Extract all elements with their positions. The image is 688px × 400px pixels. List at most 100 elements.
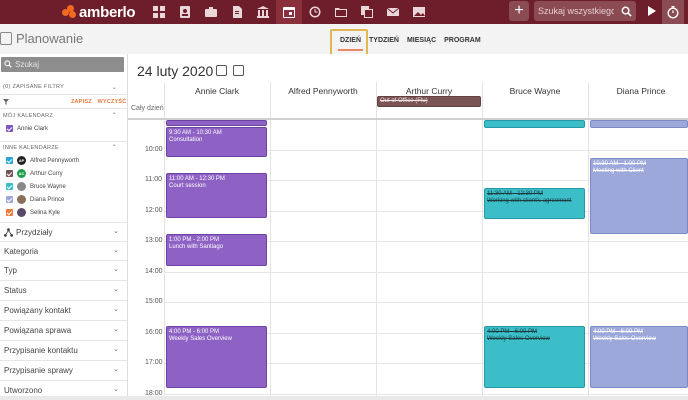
time-label: 11:00 bbox=[145, 176, 162, 183]
chevron-down-icon[interactable]: ⌄ bbox=[112, 84, 117, 91]
global-search-input[interactable] bbox=[538, 3, 614, 19]
avatar: AC bbox=[17, 169, 26, 178]
event-working-with-clients-agreement[interactable]: 11:30 AM - 12:30 PM Working with client'… bbox=[484, 188, 585, 219]
checkbox[interactable] bbox=[6, 183, 13, 190]
divider bbox=[0, 108, 127, 109]
column-header-alfred-pennyworth: Alfred Pennyworth bbox=[288, 86, 358, 96]
checkbox[interactable] bbox=[6, 157, 13, 164]
chevron-up-icon[interactable]: ⌃ bbox=[112, 112, 117, 119]
avatar: AP bbox=[17, 156, 26, 165]
sidebar-search-input[interactable] bbox=[15, 58, 115, 71]
calendar-settings-icon[interactable] bbox=[216, 65, 227, 76]
event-weekly-sales-overview[interactable]: 4:00 PM - 6:00 PM Weekly Sales Overview bbox=[166, 326, 267, 388]
filter-kategoria[interactable]: Kategoria ⌄ bbox=[0, 241, 127, 260]
tab-program[interactable]: PROGRAM bbox=[440, 36, 485, 46]
chevron-down-icon[interactable]: ⌄ bbox=[113, 305, 119, 313]
horizontal-scrollbar[interactable] bbox=[0, 396, 688, 400]
contact-icon[interactable] bbox=[172, 0, 198, 24]
event-title: Weekly Sales Overview bbox=[169, 336, 232, 342]
chevron-down-icon[interactable]: ⌄ bbox=[113, 325, 119, 333]
save-filters-button[interactable]: ZAPISZ bbox=[71, 99, 92, 105]
chevron-down-icon[interactable]: ⌄ bbox=[113, 265, 119, 273]
calendar-item-alfred-pennyworth[interactable]: AP Alfred Pennyworth bbox=[6, 156, 79, 165]
mail-icon[interactable] bbox=[380, 0, 406, 24]
event-meeting-with-client[interactable]: 10:30 AM - 1:00 PM Meeting with Client bbox=[590, 158, 688, 234]
briefcase-icon[interactable] bbox=[198, 0, 224, 24]
calendar-add-icon[interactable] bbox=[233, 65, 244, 76]
logo-icon bbox=[62, 5, 76, 19]
chevron-down-icon[interactable]: ⌄ bbox=[113, 385, 119, 393]
calendar-icon bbox=[0, 32, 12, 45]
copy-icon[interactable] bbox=[354, 0, 380, 24]
chevron-down-icon[interactable]: ⌄ bbox=[113, 345, 119, 353]
my-calendar-header[interactable]: MÓJ KALENDARZ ⌃ bbox=[3, 113, 123, 119]
saved-filters[interactable]: (0) ZAPISANE FILTRY ⌄ bbox=[3, 84, 123, 91]
filter-status[interactable]: Status ⌄ bbox=[0, 280, 127, 299]
time-label: 10:00 bbox=[145, 146, 163, 153]
play-icon[interactable] bbox=[642, 1, 660, 21]
calendar-name: Annie Clark bbox=[17, 125, 49, 132]
time-label: 13:00 bbox=[145, 237, 163, 244]
checkbox[interactable] bbox=[6, 125, 13, 132]
calendar-item-arthur-curry[interactable]: AC Arthur Curry bbox=[6, 169, 63, 178]
filter-powiazany-kontakt[interactable]: Powiązany kontakt ⌄ bbox=[0, 300, 127, 319]
other-calendars-title: INNE KALENDARZE bbox=[3, 145, 59, 151]
checkbox[interactable] bbox=[6, 170, 13, 177]
calendar-name: Diana Prince bbox=[30, 196, 65, 203]
hour-line bbox=[164, 272, 688, 273]
chevron-down-icon[interactable]: ⌄ bbox=[113, 365, 119, 373]
event-weekly-sales-overview[interactable]: 4:00 PM - 6:00 PM Weekly Sales Overview bbox=[484, 326, 585, 388]
tab-week[interactable]: TYDZIEŃ bbox=[365, 36, 403, 46]
event-title: Working with client's agreement bbox=[487, 198, 572, 204]
folder-icon[interactable] bbox=[328, 0, 354, 24]
checkbox[interactable] bbox=[6, 196, 13, 203]
avatar bbox=[17, 195, 26, 204]
chevron-up-icon[interactable]: ⌃ bbox=[112, 144, 117, 151]
filter-powiazana-sprawa[interactable]: Powiązana sprawa ⌄ bbox=[0, 320, 127, 339]
chevron-down-icon[interactable]: ⌄ bbox=[113, 246, 119, 254]
tab-month[interactable]: MIESIĄC bbox=[403, 36, 440, 46]
chevron-down-icon[interactable]: ⌄ bbox=[113, 227, 119, 235]
calendar-icon[interactable] bbox=[276, 0, 302, 24]
calendar-item-selina-kyle[interactable]: Selina Kyle bbox=[6, 208, 60, 217]
filter-przypisanie-kontaktu[interactable]: Przypisanie kontaktu ⌄ bbox=[0, 340, 127, 359]
calendar-item-diana-prince[interactable]: Diana Prince bbox=[6, 195, 64, 204]
other-calendars-header[interactable]: INNE KALENDARZE ⌃ bbox=[3, 145, 123, 151]
event-lunch-with-santiago[interactable]: 1:00 PM - 2:00 PM Lunch with Santiago bbox=[166, 234, 267, 266]
chevron-down-icon[interactable]: ⌄ bbox=[113, 285, 119, 293]
calendar-item-annie-clark[interactable]: Annie Clark bbox=[6, 124, 48, 133]
logo-text: amberlo bbox=[79, 3, 136, 21]
clear-filters-button[interactable]: WYCZYŚĆ bbox=[98, 99, 127, 105]
filter-icon bbox=[3, 99, 13, 107]
sidebar-search bbox=[1, 57, 124, 72]
add-button[interactable]: + bbox=[509, 1, 529, 21]
all-day-event[interactable]: Out of Office (Flu) bbox=[377, 96, 481, 107]
image-icon[interactable] bbox=[406, 0, 432, 24]
amberlo-logo[interactable]: amberlo bbox=[62, 3, 136, 21]
search-icon[interactable] bbox=[616, 1, 636, 21]
document-icon[interactable] bbox=[224, 0, 250, 24]
filter-label: Typ bbox=[4, 266, 17, 275]
filter-typ[interactable]: Typ ⌄ bbox=[0, 260, 127, 279]
event-consultation[interactable]: 9:30 AM - 10:30 AM Consultation bbox=[166, 127, 267, 157]
event-partial[interactable] bbox=[590, 120, 688, 128]
filter-przydzialy[interactable]: Przydziały ⌄ bbox=[0, 222, 127, 241]
event-partial[interactable] bbox=[166, 120, 267, 126]
history-icon[interactable] bbox=[302, 0, 328, 24]
all-day-label: Cały dzień bbox=[131, 105, 164, 112]
checkbox[interactable] bbox=[6, 209, 13, 216]
filter-przypisanie-sprawy[interactable]: Przypisanie sprawy ⌄ bbox=[0, 360, 127, 379]
bank-icon[interactable] bbox=[250, 0, 276, 24]
dashboard-icon[interactable] bbox=[146, 0, 172, 24]
filter-label: Utworzono bbox=[4, 386, 43, 395]
event-partial[interactable] bbox=[484, 120, 585, 128]
event-court-session[interactable]: 11:00 AM - 12:30 PM Court session bbox=[166, 173, 267, 218]
time-label: 14:00 bbox=[145, 268, 163, 275]
hour-line bbox=[164, 394, 688, 395]
event-weekly-sales-overview[interactable]: 4:00 PM - 6:00 PM Weekly Sales Overview bbox=[590, 326, 688, 388]
filter-label: Status bbox=[4, 286, 27, 295]
event-time: 11:00 AM - 12:30 PM bbox=[169, 176, 225, 182]
event-title: Court session bbox=[169, 183, 206, 189]
calendar-item-bruce-wayne[interactable]: Bruce Wayne bbox=[6, 182, 66, 191]
timer-icon[interactable] bbox=[662, 0, 684, 24]
